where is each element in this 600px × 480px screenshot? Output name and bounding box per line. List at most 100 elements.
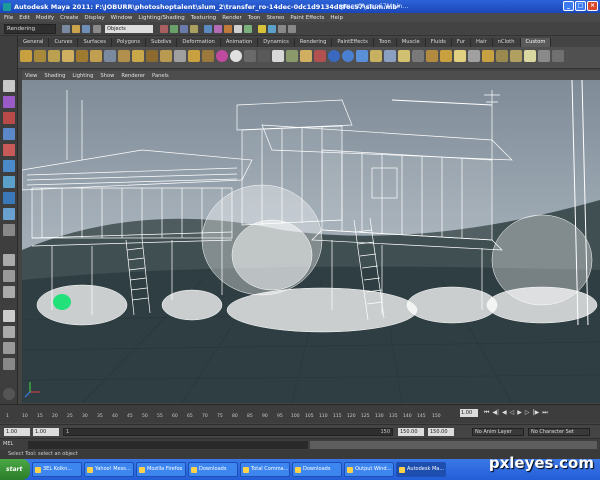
current-frame-field[interactable]: 1.00: [460, 409, 478, 417]
history-icon[interactable]: [204, 25, 212, 33]
render-settings-icon[interactable]: [244, 25, 252, 33]
play-forward-icon[interactable]: ▶: [517, 409, 522, 417]
shelf-tool-icon[interactable]: [384, 50, 396, 62]
shelf-tab-subdivs[interactable]: Subdivs: [146, 38, 178, 47]
two-pane-layout-icon[interactable]: [3, 286, 15, 298]
shelf-tab-polygons[interactable]: Polygons: [111, 38, 147, 47]
character-set-dropdown[interactable]: No Character Set: [528, 428, 590, 436]
shelf-tab-ncloth[interactable]: nCloth: [492, 38, 521, 47]
start-button[interactable]: start: [0, 459, 30, 480]
menu-lighting-shading[interactable]: Lighting/Shading: [138, 15, 184, 21]
outliner-layout-icon[interactable]: [3, 310, 15, 322]
shelf-tab-fur[interactable]: Fur: [451, 38, 471, 47]
render-layout-icon[interactable]: [3, 358, 15, 370]
menu-window[interactable]: Window: [111, 15, 133, 21]
render-current-icon[interactable]: [224, 25, 232, 33]
shelf-tab-curves[interactable]: Curves: [49, 38, 79, 47]
tool-settings-icon[interactable]: [278, 25, 286, 33]
shelf-tab-custom[interactable]: Custom: [520, 38, 552, 47]
shelf-tab-painteffects[interactable]: PaintEffects: [332, 38, 374, 47]
shelf-tool-icon[interactable]: [202, 50, 214, 62]
object-filter-field[interactable]: Objects: [105, 25, 153, 33]
shelf-tab-dynamics[interactable]: Dynamics: [258, 38, 295, 47]
snap-grid-icon[interactable]: [160, 25, 168, 33]
shelf-tool-icon[interactable]: [286, 50, 298, 62]
step-back-key-icon[interactable]: ◀|: [492, 409, 499, 417]
shelf-tool-icon[interactable]: [132, 50, 144, 62]
shelf-tab-fluids[interactable]: Fluids: [425, 38, 452, 47]
menu-file[interactable]: File: [4, 15, 13, 21]
graph-layout-icon[interactable]: [3, 326, 15, 338]
show-manip-icon[interactable]: [3, 208, 15, 220]
single-pane-layout-icon[interactable]: [3, 254, 15, 266]
taskbar-item-active[interactable]: Autodesk Ma...: [396, 462, 446, 477]
shelf-tool-icon[interactable]: [496, 50, 508, 62]
shelf-tab-rendering[interactable]: Rendering: [294, 38, 333, 47]
soft-mod-icon[interactable]: [3, 192, 15, 204]
shelf-tool-icon[interactable]: [370, 50, 382, 62]
minimize-button[interactable]: _: [563, 1, 574, 11]
shelf-tab-muscle[interactable]: Muscle: [396, 38, 426, 47]
end-time-field[interactable]: 150.00: [428, 428, 454, 436]
snap-point-icon[interactable]: [180, 25, 188, 33]
shelf-tool-icon[interactable]: [104, 50, 116, 62]
start-time-field[interactable]: 1.00: [4, 428, 30, 436]
shelf-tool-icon[interactable]: [216, 50, 228, 62]
selected-grass-clump[interactable]: [53, 294, 71, 310]
shelf-tool-icon[interactable]: [258, 50, 270, 62]
menu-stereo[interactable]: Stereo: [266, 15, 284, 21]
window-title-bar[interactable]: Autodesk Maya 2011: F:\JOBURR\photoshopt…: [0, 0, 600, 13]
new-scene-icon[interactable]: [62, 25, 70, 33]
shelf-tab-animation[interactable]: Animation: [220, 38, 259, 47]
snap-plane-icon[interactable]: [190, 25, 198, 33]
taskbar-item[interactable]: Downloads: [292, 462, 342, 477]
render-view-icon[interactable]: [214, 25, 222, 33]
shelf-tool-icon[interactable]: [188, 50, 200, 62]
step-forward-key-icon[interactable]: |▶: [533, 409, 540, 417]
ipr-render-icon[interactable]: [234, 25, 242, 33]
select-mode-icon[interactable]: [93, 25, 101, 33]
panel-menu-renderer[interactable]: Renderer: [121, 73, 145, 79]
menu-paint-effects[interactable]: Paint Effects: [290, 15, 324, 21]
shelf-tool-icon[interactable]: [230, 50, 242, 62]
go-to-end-icon[interactable]: ⏭: [542, 409, 547, 417]
menu-help[interactable]: Help: [330, 15, 343, 21]
shelf-tool-icon[interactable]: [118, 50, 130, 62]
taskbar-item[interactable]: Total Comma...: [240, 462, 290, 477]
shelf-tab-general[interactable]: General: [18, 38, 50, 47]
snap-curve-icon[interactable]: [170, 25, 178, 33]
last-tool-icon[interactable]: [3, 224, 15, 236]
step-forward-icon[interactable]: ▷: [525, 409, 530, 417]
shelf-tool-icon[interactable]: [524, 50, 536, 62]
shelf-tool-icon[interactable]: [146, 50, 158, 62]
select-tool-icon[interactable]: [3, 80, 15, 92]
step-back-icon[interactable]: ◀: [502, 409, 507, 417]
taskbar-item[interactable]: 3EL Kolkn...: [32, 462, 82, 477]
taskbar-item[interactable]: Output Wind...: [344, 462, 394, 477]
lasso-tool-icon[interactable]: [3, 96, 15, 108]
shelf-tab-surfaces[interactable]: Surfaces: [78, 38, 112, 47]
move-tool-icon[interactable]: [3, 128, 15, 140]
shelf-tool-icon[interactable]: [76, 50, 88, 62]
shelf-tool-icon[interactable]: [552, 50, 564, 62]
maximize-button[interactable]: □: [575, 1, 586, 11]
menu-toon[interactable]: Toon: [248, 15, 261, 21]
command-language-label[interactable]: MEL: [3, 441, 13, 447]
shelf-tab-deformation[interactable]: Deformation: [177, 38, 221, 47]
menu-create[interactable]: Create: [60, 15, 78, 21]
shelf-tool-icon[interactable]: [510, 50, 522, 62]
shelf-tool-icon[interactable]: [272, 50, 284, 62]
go-to-start-icon[interactable]: ⏮: [484, 409, 489, 417]
close-button[interactable]: ×: [587, 1, 598, 11]
menu-modify[interactable]: Modify: [36, 15, 54, 21]
channel-box-icon[interactable]: [288, 25, 296, 33]
taskbar-item[interactable]: Mozilla Firefox: [136, 462, 186, 477]
shelf-tool-icon[interactable]: [468, 50, 480, 62]
shelf-tool-icon[interactable]: [90, 50, 102, 62]
range-start-field[interactable]: 1.00: [33, 428, 59, 436]
menu-edit[interactable]: Edit: [19, 15, 30, 21]
shelf-tool-icon[interactable]: [440, 50, 452, 62]
attribute-editor-icon[interactable]: [268, 25, 276, 33]
menu-display[interactable]: Display: [84, 15, 104, 21]
universal-manip-icon[interactable]: [3, 176, 15, 188]
